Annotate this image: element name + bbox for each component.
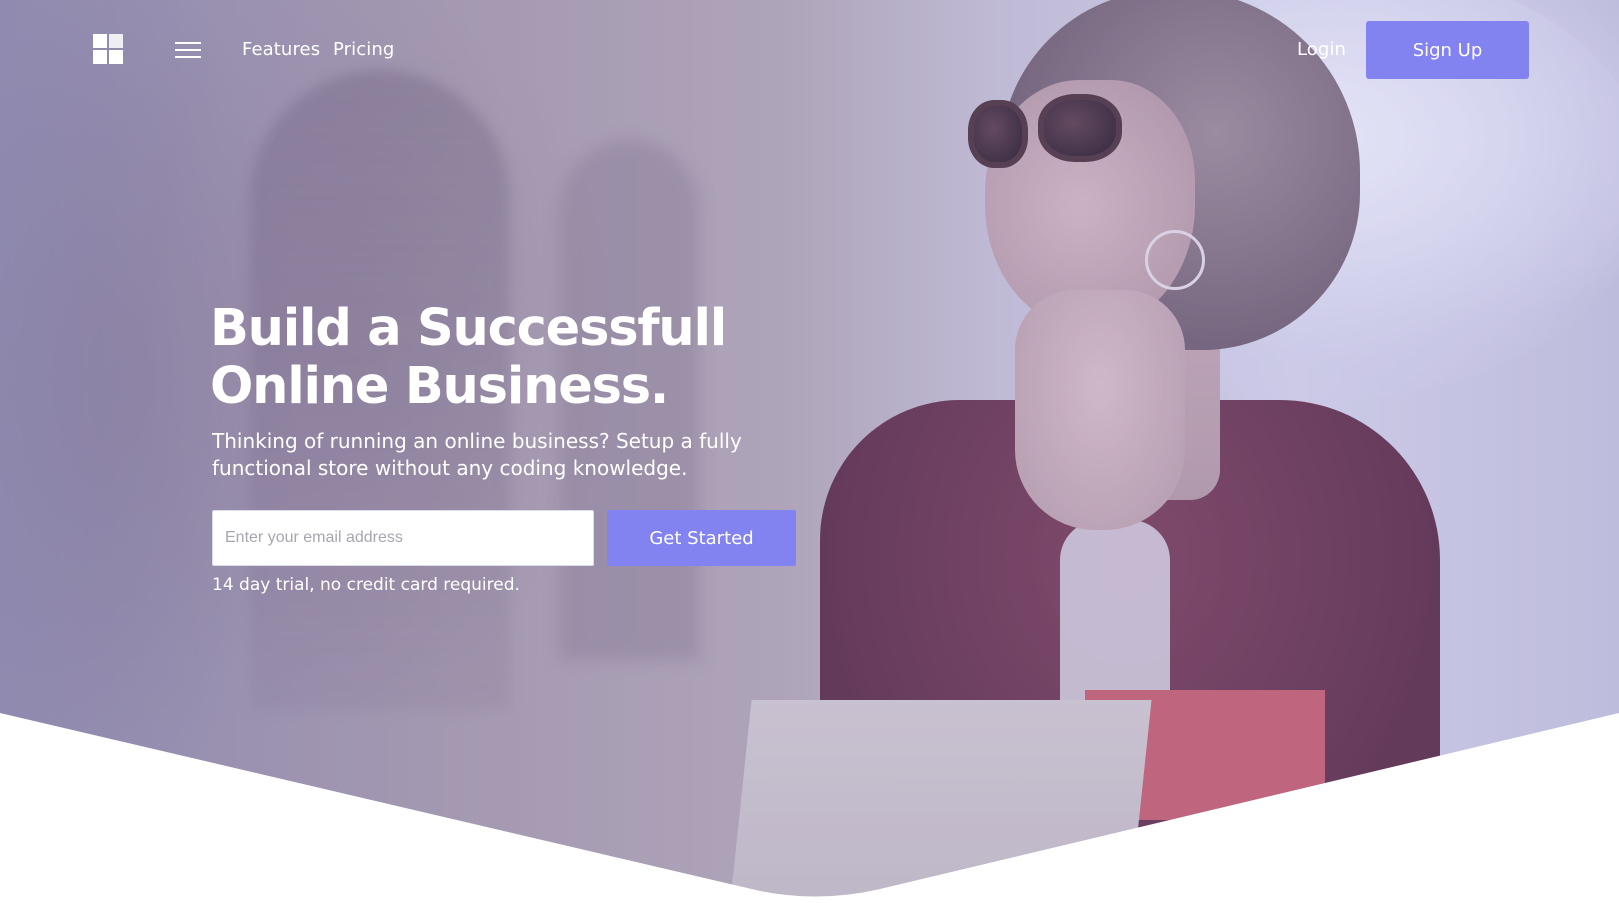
hero-bottom-wave <box>0 713 1619 903</box>
hero-headline-line-1: Build a Successfull <box>210 299 727 358</box>
hero-subtext: Thinking of running an online business? … <box>212 429 742 480</box>
login-link[interactable]: Login <box>1297 39 1346 60</box>
email-input[interactable] <box>212 510 594 566</box>
top-navigation: Features Pricing Login Sign Up <box>0 0 1619 100</box>
hamburger-menu-icon[interactable] <box>175 40 201 60</box>
trial-note: 14 day trial, no credit card required. <box>212 575 520 595</box>
nav-link-features[interactable]: Features <box>242 39 320 60</box>
hero-headline-line-2: Online Business. <box>210 357 669 416</box>
get-started-button[interactable]: Get Started <box>607 510 796 566</box>
sign-up-button[interactable]: Sign Up <box>1366 21 1529 79</box>
grid-logo-icon[interactable] <box>93 34 123 64</box>
nav-link-pricing[interactable]: Pricing <box>333 39 394 60</box>
hero-headline: Build a Successfull Online Business. <box>210 300 910 416</box>
landing-page: Features Pricing Login Sign Up Build a S… <box>0 0 1619 903</box>
